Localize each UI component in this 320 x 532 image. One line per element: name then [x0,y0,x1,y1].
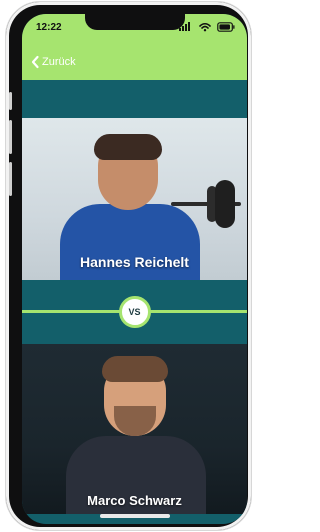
chevron-left-icon [30,55,40,69]
wifi-icon [199,22,211,32]
status-icons [179,22,235,32]
side-button [9,92,12,110]
athlete-photo-top[interactable]: Hannes Reichelt [22,118,247,280]
athlete-name-top: Hannes Reichelt [80,254,189,270]
vs-divider: VS [22,280,247,344]
status-time: 12:22 [36,22,62,33]
vs-label: VS [128,307,141,317]
notch [84,14,185,30]
battery-icon [217,22,235,32]
athlete-name-bottom: Marco Schwarz [87,493,182,508]
back-button[interactable]: Zurück [30,55,76,69]
athlete-photo-bottom[interactable]: Marco Schwarz [22,344,247,514]
back-label: Zurück [42,56,76,68]
teal-banner [22,80,247,118]
athlete-hair [94,134,162,160]
side-button [9,120,12,154]
device-frame: 12:22 Zurück Hannes Reichelt VS Marco Sc… [6,2,251,530]
side-button [9,162,12,196]
cellular-signal-icon [179,22,193,31]
athlete-hair [102,356,168,382]
home-indicator [99,514,170,518]
vs-badge: VS [118,296,151,328]
app-screen: 12:22 Zurück Hannes Reichelt VS Marco Sc… [22,14,247,524]
top-header: 12:22 Zurück [22,14,247,80]
